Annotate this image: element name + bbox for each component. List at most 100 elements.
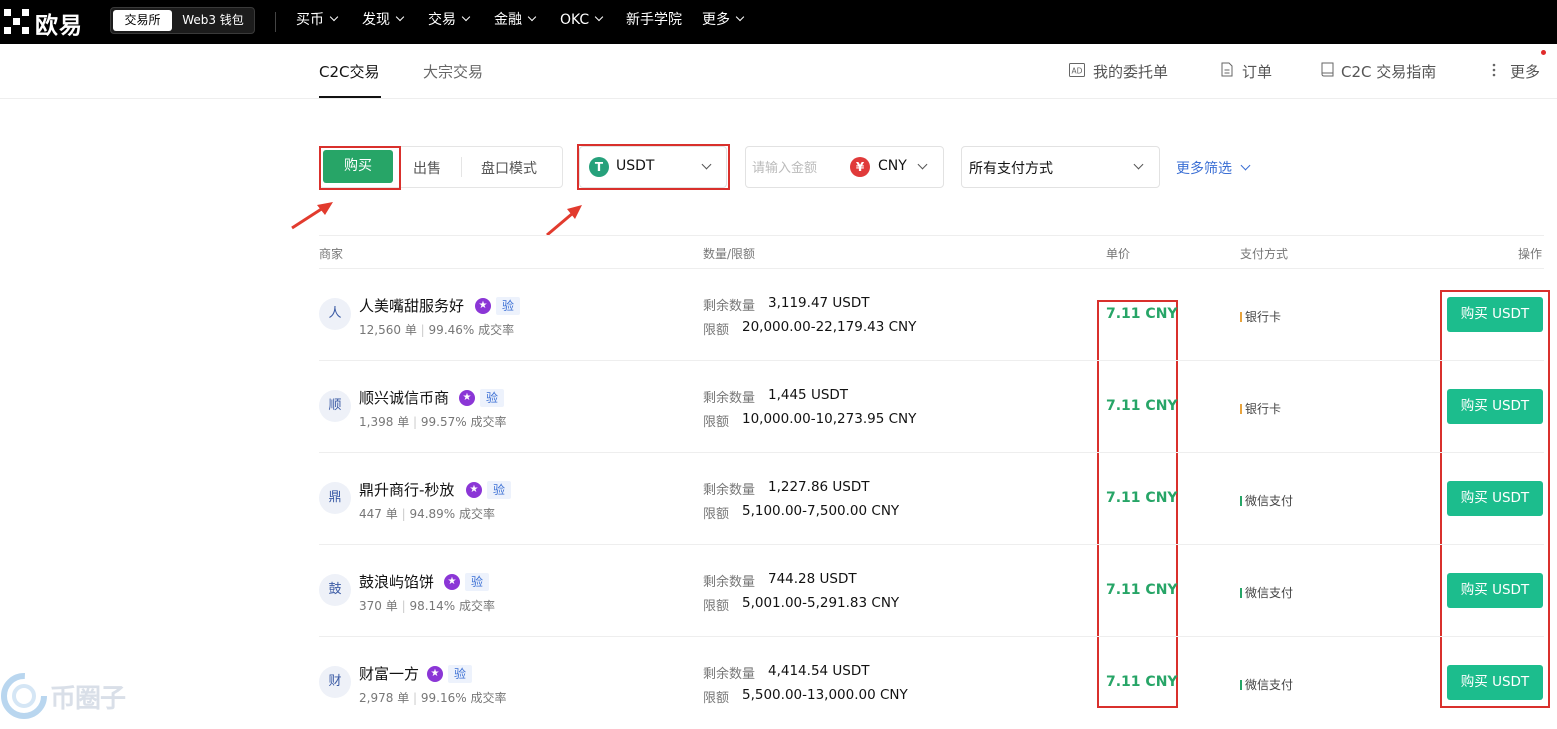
web3-wallet-mode-button[interactable]: Web3 钱包 xyxy=(174,10,252,31)
unit-price: 7.11 CNY xyxy=(1106,582,1178,598)
verified-badge: 验 xyxy=(480,389,505,407)
merchant-stats: 2,978 单 | 99.16% 成交率 xyxy=(359,691,507,705)
quantity-label: 剩余数量 xyxy=(703,667,756,682)
buy-usdt-button[interactable]: 购买 USDT xyxy=(1447,389,1543,424)
nav-item-more[interactable]: 更多 xyxy=(702,0,745,44)
table-row: 人 人美嘴甜服务好 ★ 验 12,560 单 | 99.46% 成交率 剩余数量… xyxy=(319,269,1544,361)
highlight-box-buy xyxy=(319,146,401,190)
tab-block-trade[interactable]: 大宗交易 xyxy=(423,61,483,82)
nav-item-buy-crypto[interactable]: 买币 xyxy=(296,0,339,44)
tab-c2c-trade[interactable]: C2C交易 xyxy=(319,61,380,82)
limit-value: 5,100.00-7,500.00 CNY xyxy=(742,503,900,519)
nav-item-discover[interactable]: 发现 xyxy=(362,0,405,44)
verified-badge: 验 xyxy=(487,481,512,499)
unit-price: 7.11 CNY xyxy=(1106,674,1178,690)
buy-usdt-button[interactable]: 购买 USDT xyxy=(1447,297,1543,332)
table-row: 财 财富一方 ★ 验 2,978 单 | 99.16% 成交率 剩余数量 4,4… xyxy=(319,637,1544,729)
quantity-value: 3,119.47 USDT xyxy=(768,295,870,311)
merchant-name[interactable]: 财富一方 xyxy=(359,663,419,684)
segment-divider xyxy=(461,157,462,177)
book-mode-button[interactable]: 盘口模式 xyxy=(481,158,537,178)
merchant-stats: 370 单 | 98.14% 成交率 xyxy=(359,599,496,613)
more-dots-icon xyxy=(1492,63,1496,77)
header-price: 单价 xyxy=(1106,247,1131,261)
avatar[interactable]: 人 xyxy=(319,298,351,330)
payment-color-bar xyxy=(1240,680,1242,690)
my-ads-link[interactable]: 我的委托单 xyxy=(1093,61,1168,82)
nav-item-academy[interactable]: 新手学院 xyxy=(626,0,682,44)
merchant-stats: 1,398 单 | 99.57% 成交率 xyxy=(359,415,507,429)
sell-side-button[interactable]: 出售 xyxy=(413,158,441,178)
top-navbar: 欧易 交易所 Web3 钱包 买币 发现 交易 金融 OKC 新手学院 更多 xyxy=(0,0,1557,44)
avatar[interactable]: 财 xyxy=(319,666,351,698)
merchant-star-badge-icon: ★ xyxy=(466,482,482,498)
active-tab-indicator xyxy=(319,96,381,98)
payment-method: 微信支付 xyxy=(1240,676,1293,693)
limit-label: 限额 xyxy=(703,415,730,430)
merchant-name[interactable]: 人美嘴甜服务好 xyxy=(359,295,464,316)
merchant-star-badge-icon: ★ xyxy=(475,298,491,314)
payment-color-bar xyxy=(1240,588,1242,598)
exchange-mode-button[interactable]: 交易所 xyxy=(113,10,172,31)
limit-label: 限额 xyxy=(703,599,730,614)
chevron-down-icon xyxy=(329,12,339,22)
watermark-text: 币圈子 xyxy=(50,684,126,714)
merchant-name[interactable]: 鼓浪屿馅饼 xyxy=(359,571,434,592)
merchant-star-badge-icon: ★ xyxy=(444,574,460,590)
chevron-down-icon xyxy=(527,12,537,22)
quantity-value: 1,445 USDT xyxy=(768,387,849,403)
verified-badge: 验 xyxy=(465,573,490,591)
quantity-value: 4,414.54 USDT xyxy=(768,663,870,679)
avatar[interactable]: 顺 xyxy=(319,390,351,422)
avatar[interactable]: 鼓 xyxy=(319,574,351,606)
chevron-down-icon xyxy=(1240,160,1251,171)
orders-link[interactable]: 订单 xyxy=(1242,61,1272,82)
nav-item-trade[interactable]: 交易 xyxy=(428,0,471,44)
merchant-star-badge-icon: ★ xyxy=(459,390,475,406)
merchant-name[interactable]: 鼎升商行-秒放 xyxy=(359,479,454,500)
buy-usdt-button[interactable]: 购买 USDT xyxy=(1447,665,1543,700)
merchant-stats: 447 单 | 94.89% 成交率 xyxy=(359,507,496,521)
nav-item-okc[interactable]: OKC xyxy=(560,0,604,44)
fiat-select-value[interactable]: CNY xyxy=(878,158,907,174)
guide-book-icon xyxy=(1321,62,1334,77)
watermark-logo-icon xyxy=(1,673,47,719)
c2c-guide-link[interactable]: C2C 交易指南 xyxy=(1341,61,1436,82)
limit-value: 5,001.00-5,291.83 CNY xyxy=(742,595,900,611)
header-quantity: 数量/限额 xyxy=(703,247,756,261)
brand-name[interactable]: 欧易 xyxy=(35,6,83,40)
chevron-down-icon xyxy=(395,12,405,22)
buy-usdt-button[interactable]: 购买 USDT xyxy=(1447,481,1543,516)
merchant-stats: 12,560 单 | 99.46% 成交率 xyxy=(359,323,515,337)
merchant-star-badge-icon: ★ xyxy=(427,666,443,682)
unit-price: 7.11 CNY xyxy=(1106,490,1178,506)
avatar[interactable]: 鼎 xyxy=(319,482,351,514)
unit-price: 7.11 CNY xyxy=(1106,306,1178,322)
okx-logo-icon[interactable] xyxy=(4,9,29,34)
limit-value: 20,000.00-22,179.43 CNY xyxy=(742,319,917,335)
table-row: 鼎 鼎升商行-秒放 ★ 验 447 单 | 94.89% 成交率 剩余数量 1,… xyxy=(319,453,1544,545)
amount-input[interactable] xyxy=(752,158,842,178)
quantity-label: 剩余数量 xyxy=(703,483,756,498)
header-payment: 支付方式 xyxy=(1240,247,1289,261)
chevron-down-icon xyxy=(461,12,471,22)
verified-badge: 验 xyxy=(448,665,473,683)
table-row: 鼓 鼓浪屿馅饼 ★ 验 370 单 | 98.14% 成交率 剩余数量 744.… xyxy=(319,545,1544,637)
order-doc-icon xyxy=(1221,62,1233,77)
svg-text:AD: AD xyxy=(1072,67,1083,76)
limit-value: 10,000.00-10,273.95 CNY xyxy=(742,411,917,427)
more-filters-link[interactable]: 更多筛选 xyxy=(1176,158,1251,178)
merchant-name[interactable]: 顺兴诚信币商 xyxy=(359,387,449,408)
verified-badge: 验 xyxy=(496,297,521,315)
ad-icon: AD xyxy=(1069,63,1085,77)
cny-currency-icon: ¥ xyxy=(850,157,870,177)
watermark: 币圈子 xyxy=(0,664,150,722)
more-link[interactable]: 更多 xyxy=(1510,61,1540,82)
nav-item-finance[interactable]: 金融 xyxy=(494,0,537,44)
payment-method: 微信支付 xyxy=(1240,492,1293,509)
limit-label: 限额 xyxy=(703,323,730,338)
quantity-label: 剩余数量 xyxy=(703,575,756,590)
payment-method: 微信支付 xyxy=(1240,584,1293,601)
buy-usdt-button[interactable]: 购买 USDT xyxy=(1447,573,1543,608)
notification-dot xyxy=(1541,50,1546,55)
